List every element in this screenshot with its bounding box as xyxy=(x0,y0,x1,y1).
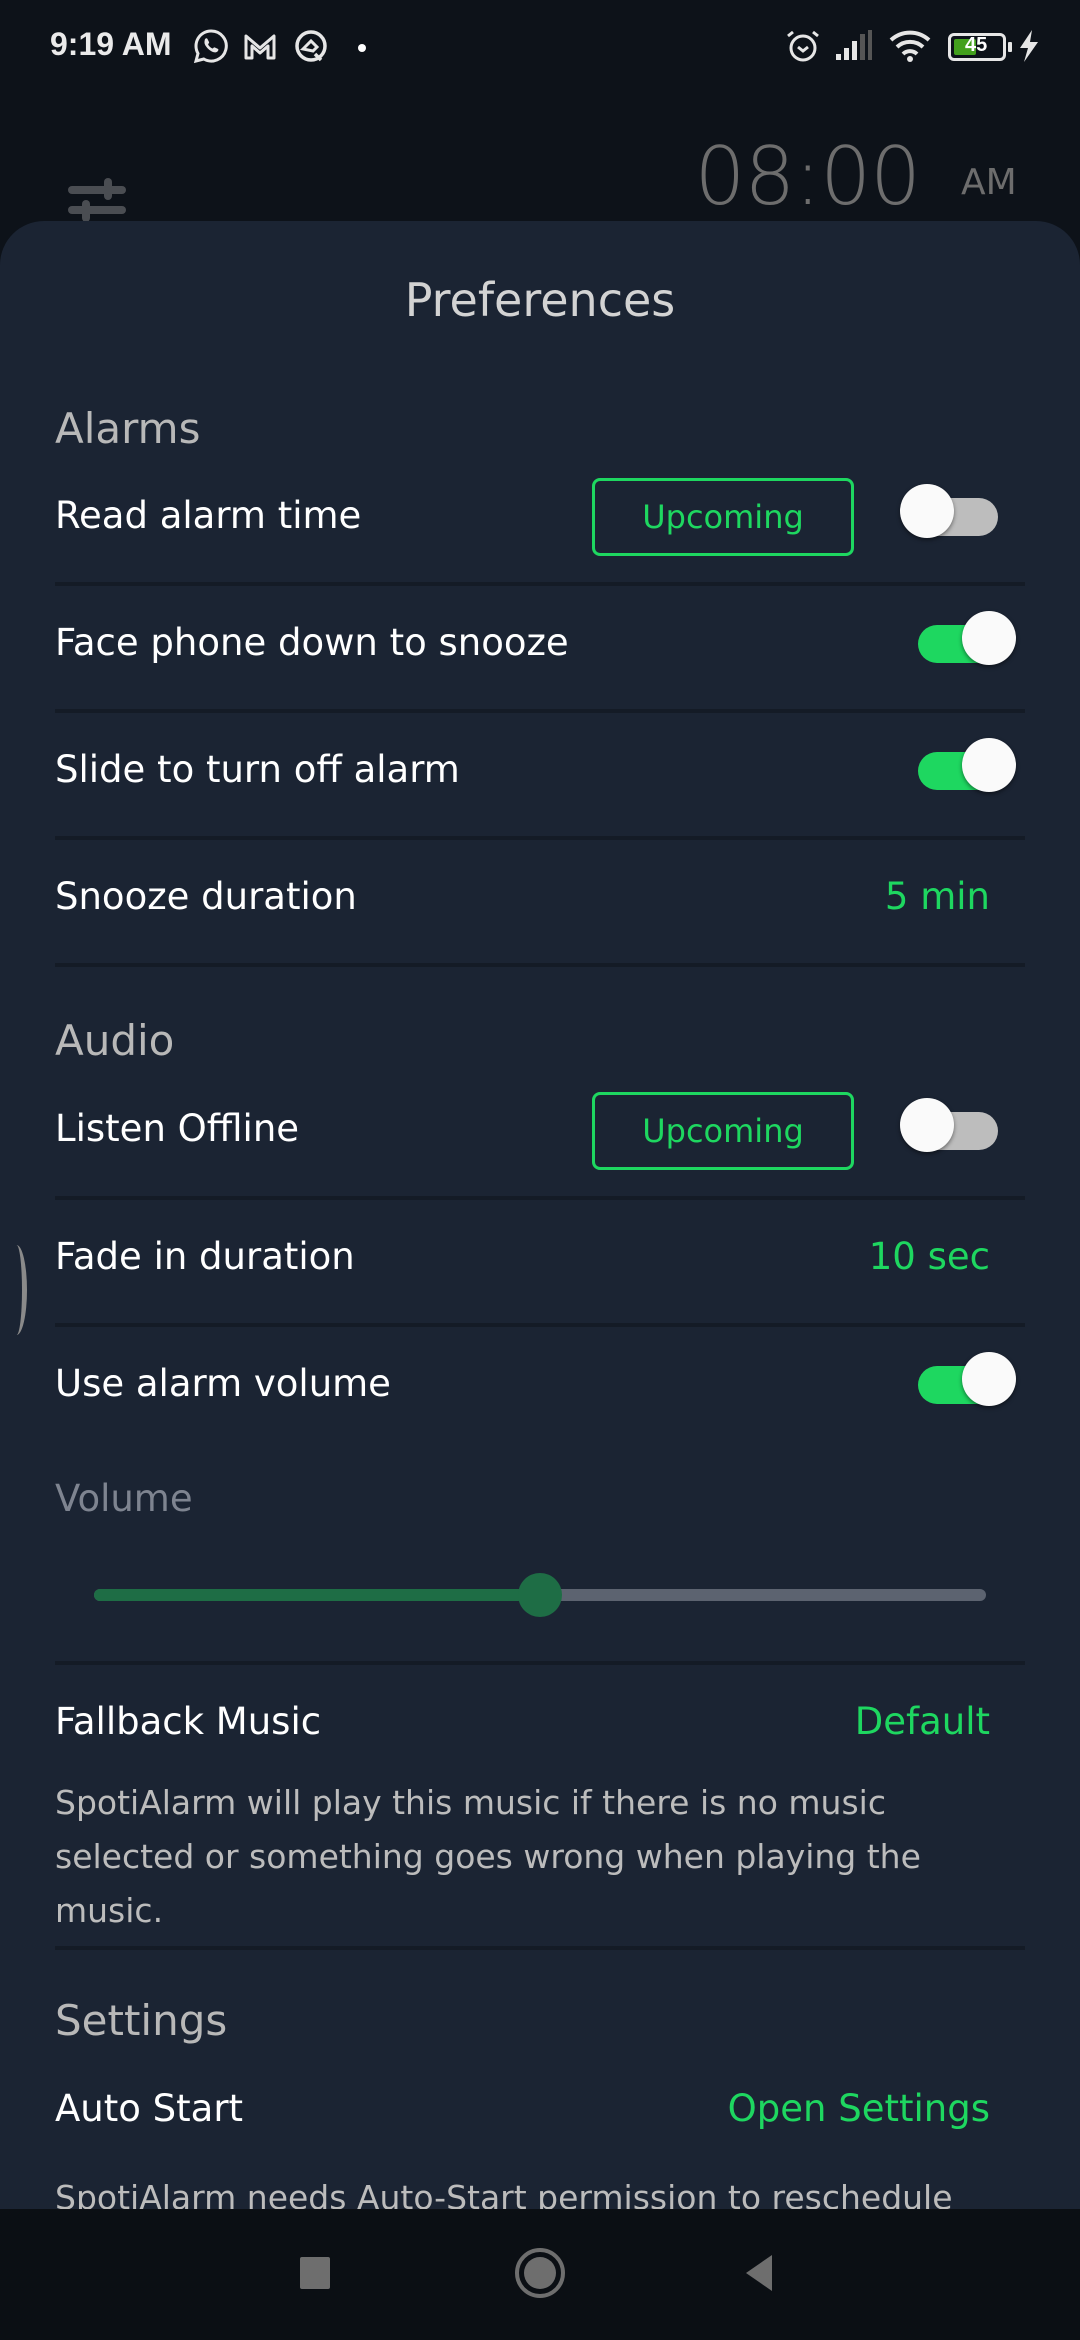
divider xyxy=(55,963,1025,967)
edge-swipe-handle[interactable] xyxy=(6,1245,27,1335)
slide-to-turn-off-label: Slide to turn off alarm xyxy=(55,748,460,791)
auto-start-open-settings-link[interactable]: Open Settings xyxy=(728,2087,990,2130)
signal-icon xyxy=(836,30,872,60)
read-alarm-time-label: Read alarm time xyxy=(55,494,362,537)
status-bar: 9:19 AM 45 xyxy=(0,0,1080,100)
fallback-music-value[interactable]: Default xyxy=(855,1700,990,1743)
face-down-snooze-toggle[interactable] xyxy=(918,611,1016,665)
listen-offline-label: Listen Offline xyxy=(55,1107,300,1150)
gmail-icon xyxy=(244,34,276,60)
volume-slider[interactable] xyxy=(94,1573,986,1617)
volume-slider-thumb[interactable] xyxy=(518,1573,562,1617)
battery-tip xyxy=(1008,42,1012,52)
volume-label: Volume xyxy=(55,1477,193,1520)
fallback-music-label: Fallback Music xyxy=(55,1700,322,1743)
fade-in-duration-value[interactable]: 10 sec xyxy=(869,1235,990,1278)
back-icon xyxy=(746,2255,772,2291)
divider xyxy=(55,1196,1025,1200)
alarm-ampm: AM xyxy=(961,162,1017,203)
read-alarm-time-toggle[interactable] xyxy=(900,484,998,538)
slide-to-turn-off-toggle[interactable] xyxy=(918,738,1016,792)
toggle-knob xyxy=(962,611,1016,665)
toggle-knob xyxy=(962,738,1016,792)
q-app-icon xyxy=(295,30,327,62)
snooze-duration-label: Snooze duration xyxy=(55,875,357,918)
recents-icon xyxy=(300,2257,330,2289)
status-time: 9:19 AM xyxy=(50,26,172,62)
listen-offline-upcoming-badge[interactable]: Upcoming xyxy=(592,1092,854,1170)
section-settings-title: Settings xyxy=(55,1996,228,2045)
divider xyxy=(55,1323,1025,1327)
wifi-icon xyxy=(889,30,931,62)
divider xyxy=(55,709,1025,713)
tune-sliders-icon[interactable] xyxy=(66,178,130,222)
battery-icon: 45 xyxy=(948,33,1006,61)
volume-slider-fill xyxy=(94,1589,540,1601)
face-down-snooze-label: Face phone down to snooze xyxy=(55,621,569,664)
use-alarm-volume-toggle[interactable] xyxy=(918,1352,1016,1406)
fallback-music-description: SpotiAlarm will play this music if there… xyxy=(55,1783,921,1930)
charging-bolt-icon xyxy=(1020,30,1038,62)
divider xyxy=(55,1661,1025,1665)
home-button[interactable] xyxy=(510,2243,570,2303)
divider xyxy=(55,1946,1025,1950)
alarm-clock-icon xyxy=(787,30,819,62)
sheet-title: Preferences xyxy=(404,273,676,327)
toggle-knob xyxy=(900,1098,954,1152)
listen-offline-toggle[interactable] xyxy=(900,1098,998,1152)
section-alarms-title: Alarms xyxy=(55,404,201,453)
auto-start-description: SpotiAlarm needs Auto-Start permission t… xyxy=(55,2178,953,2209)
alarm-time: 08:00 xyxy=(694,130,921,223)
toggle-knob xyxy=(900,484,954,538)
read-alarm-time-upcoming-badge[interactable]: Upcoming xyxy=(592,478,854,556)
section-audio-title: Audio xyxy=(55,1016,175,1065)
divider xyxy=(55,836,1025,840)
use-alarm-volume-label: Use alarm volume xyxy=(55,1362,391,1405)
fade-in-duration-label: Fade in duration xyxy=(55,1235,355,1278)
battery-level: 45 xyxy=(965,34,988,56)
back-button[interactable] xyxy=(730,2243,790,2303)
whatsapp-icon xyxy=(193,29,228,64)
toggle-knob xyxy=(962,1352,1016,1406)
snooze-duration-value[interactable]: 5 min xyxy=(885,875,990,918)
navigation-bar xyxy=(0,2209,1080,2340)
preferences-sheet: Preferences Alarms Read alarm time Upcom… xyxy=(0,221,1080,2209)
notification-dot-icon xyxy=(358,44,366,52)
divider xyxy=(55,582,1025,586)
home-icon xyxy=(515,2248,565,2298)
auto-start-label: Auto Start xyxy=(55,2087,244,2130)
recents-button[interactable] xyxy=(285,2243,345,2303)
